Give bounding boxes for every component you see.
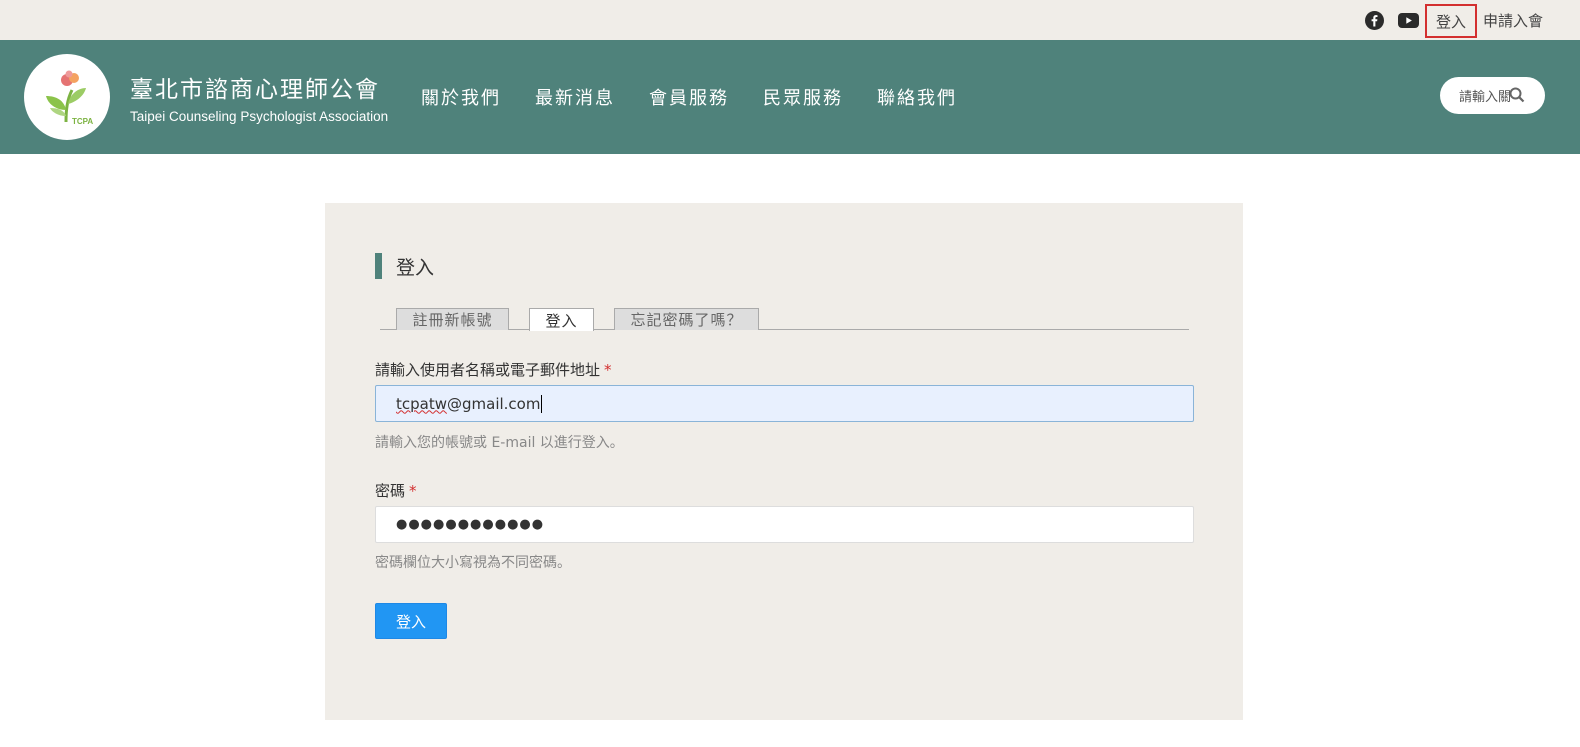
text-caret [541,394,543,413]
logo[interactable]: TCPA [24,54,110,140]
password-hint: 密碼欄位大小寫視為不同密碼。 [375,555,571,571]
top-join-link[interactable]: 申請入會 [1483,10,1543,31]
login-panel: 登入 註冊新帳號 登入 忘記密碼了嗎？ 請輸入使用者名稱或電子郵件地址 * tcp… [325,203,1243,720]
password-label-text: 密碼 [375,482,406,500]
site-header: TCPA 臺北市諮商心理師公會 Taipei Counseling Psycho… [0,40,1580,154]
nav-item-member-services[interactable]: 會員服務 [649,84,729,110]
login-submit-button[interactable]: 登入 [375,603,447,639]
title-accent-bar [375,253,382,279]
youtube-icon[interactable] [1398,11,1419,30]
main-nav: 關於我們 最新消息 會員服務 民眾服務 聯絡我們 [421,84,991,110]
required-mark: * [604,361,612,379]
username-input[interactable]: tcpatw @gmail.com [375,385,1194,422]
nav-item-about[interactable]: 關於我們 [421,84,501,110]
password-label: 密碼 * [375,480,417,501]
username-label: 請輸入使用者名稱或電子郵件地址 * [375,359,612,380]
sprout-logo-icon: TCPA [46,70,93,126]
nav-item-news[interactable]: 最新消息 [535,84,615,110]
password-input[interactable]: ●●●●●●●●●●●● [375,506,1194,543]
top-utility-bar: 登入 申請入會 [0,0,1580,40]
tab-forgot-password[interactable]: 忘記密碼了嗎？ [614,308,759,330]
header-search-input[interactable]: 請輸入關 [1440,77,1545,114]
brand-name-en: Taipei Counseling Psychologist Associati… [130,109,389,124]
logo-text: TCPA [72,117,93,126]
password-masked-value: ●●●●●●●●●●●● [396,517,545,532]
username-hint: 請輸入您的帳號或 E-mail 以進行登入。 [375,435,624,451]
facebook-icon[interactable] [1365,11,1384,30]
top-login-link[interactable]: 登入 [1425,4,1477,38]
page-title: 登入 [375,253,434,279]
brand-name-zh[interactable]: 臺北市諮商心理師公會 [130,70,380,104]
required-mark: * [409,482,417,500]
search-icon[interactable] [1509,87,1525,107]
tab-register[interactable]: 註冊新帳號 [396,308,509,330]
username-value-rest: @gmail.com [447,394,541,413]
page-title-text: 登入 [396,256,435,279]
tab-login[interactable]: 登入 [529,308,594,331]
search-placeholder: 請輸入關 [1459,90,1512,105]
nav-item-public-services[interactable]: 民眾服務 [763,84,843,110]
username-label-text: 請輸入使用者名稱或電子郵件地址 [375,361,601,379]
nav-item-contact[interactable]: 聯絡我們 [877,84,957,110]
login-tabs: 註冊新帳號 登入 忘記密碼了嗎？ [380,308,1189,331]
username-value-misspelled: tcpatw [396,394,447,413]
